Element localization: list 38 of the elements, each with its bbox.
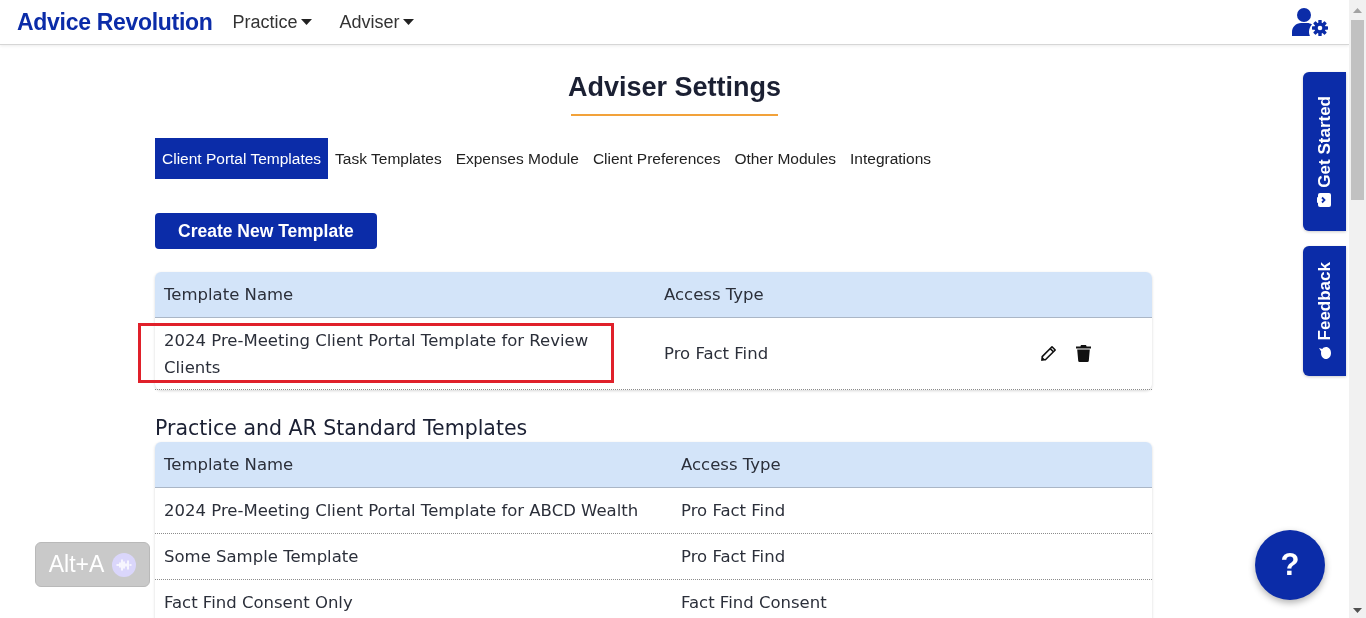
access-type: Fact Find Consent xyxy=(681,592,827,614)
scroll-down-arrow-icon[interactable] xyxy=(1353,608,1362,613)
template-name: 2024 Pre-Meeting Client Portal Template for Review Clients xyxy=(164,326,625,381)
waveform-icon xyxy=(112,552,137,577)
column-header: Template Name xyxy=(164,284,294,306)
user-settings-icon[interactable] xyxy=(1292,8,1328,36)
access-type: Pro Fact Find xyxy=(681,500,786,522)
template-name: 2024 Pre-Meeting Client Portal Template for ABCD Wealth xyxy=(164,500,639,522)
settings-tab[interactable]: Integrations xyxy=(843,138,939,179)
column-header: Template Name xyxy=(164,454,294,476)
settings-tab[interactable]: Other Modules xyxy=(727,138,844,179)
nav-menu[interactable]: Practice xyxy=(232,11,312,33)
speech-bubble-icon xyxy=(1317,346,1332,361)
page-title: Adviser Settings xyxy=(567,71,782,104)
access-type: Pro Fact Find xyxy=(681,546,786,568)
clipboard-check-icon xyxy=(1317,193,1332,208)
create-template-button[interactable]: Create New Template xyxy=(155,213,377,249)
trash-icon[interactable] xyxy=(1076,345,1091,362)
caret-down-icon xyxy=(300,19,312,25)
template-name: Some Sample Template xyxy=(164,546,359,568)
feedback-tab[interactable]: Feedback xyxy=(1303,246,1346,376)
settings-tab[interactable]: Expenses Module xyxy=(448,138,586,179)
nav-menu[interactable]: Adviser xyxy=(339,11,414,33)
pencil-icon[interactable] xyxy=(1040,345,1057,362)
scrollbar[interactable] xyxy=(1349,0,1366,618)
caret-down-icon xyxy=(402,19,414,25)
settings-tab[interactable]: Task Templates xyxy=(328,138,449,179)
section-heading: Practice and AR Standard Templates xyxy=(155,415,528,442)
column-header: Access Type xyxy=(681,454,781,476)
column-header: Access Type xyxy=(664,284,764,306)
settings-tab[interactable]: Client Preferences xyxy=(585,138,728,179)
access-type: Pro Fact Find xyxy=(664,343,769,365)
settings-tab[interactable]: Client Portal Templates xyxy=(155,138,329,179)
get-started-tab[interactable]: Get Started xyxy=(1303,72,1346,231)
logo[interactable]: Advice Revolution xyxy=(17,8,213,36)
scrollbar-thumb[interactable] xyxy=(1351,20,1364,200)
template-name: Fact Find Consent Only xyxy=(164,592,353,614)
help-button[interactable]: ? xyxy=(1255,530,1325,600)
